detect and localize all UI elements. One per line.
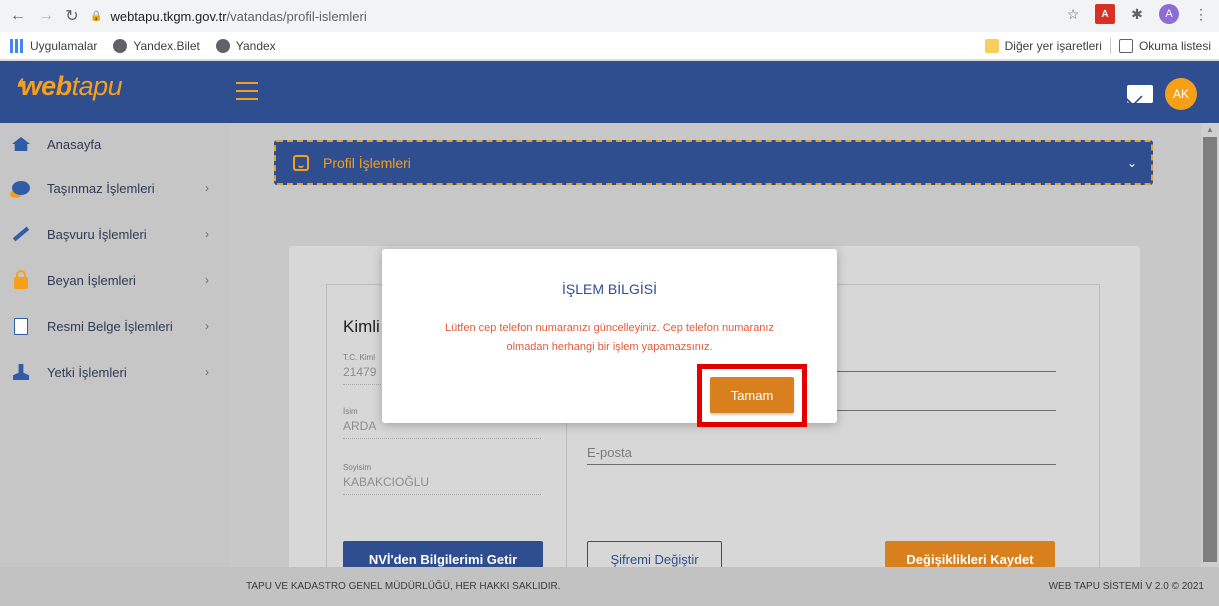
extensions-icon[interactable]: ✱ [1127,4,1147,24]
logo-text: web [20,71,73,101]
sidebar-item-tasinmaz[interactable]: Taşınmaz İşlemleri › [0,165,229,211]
bookmark-apps[interactable]: Uygulamalar [10,38,98,53]
globe-icon [113,38,128,53]
user-avatar[interactable]: AK [1165,78,1197,110]
user-icon [11,363,31,381]
chevron-right-icon: › [205,181,209,195]
home-icon [11,135,31,153]
bookmark-label: Diğer yer işaretleri [1004,39,1102,53]
footer: TAPU VE KADASTRO GENEL MÜDÜRLÜĞÜ, HER HA… [229,567,1219,606]
pen-icon [11,225,31,243]
sidebar-item-label: Beyan İşlemleri [47,272,136,288]
modal-message-line: olmadan herhangi bir işlem yapamazsınız. [506,341,713,353]
sidebar-item-beyan[interactable]: Beyan İşlemleri › [0,257,229,303]
sidebar-item-anasayfa[interactable]: Anasayfa [0,123,229,165]
sidebar-item-basvuru[interactable]: Başvuru İşlemleri › [0,211,229,257]
footer-copyright: TAPU VE KADASTRO GENEL MÜDÜRLÜĞÜ, HER HA… [246,581,561,592]
browser-profile-avatar[interactable]: A [1159,4,1179,24]
bookmark-yandex[interactable]: Yandex [215,38,276,53]
reading-list-icon [1118,39,1133,53]
divider [1109,38,1111,54]
bookmark-label: Okuma listesi [1138,39,1211,53]
pdf-extension-icon[interactable]: A [1095,4,1115,24]
footer-left-area [0,567,229,606]
bookmark-label: Yandex [235,38,276,53]
webtapu-logo[interactable]: ❛webtapu [14,71,123,102]
app-header: ❛webtapu AK [0,61,1219,123]
leaf-icon: ❛ [14,75,21,100]
sidebar-item-label: Resmi Belge İşlemleri [47,318,173,334]
profile-section-header[interactable]: Profil İşlemleri ⌄ [274,140,1153,185]
scroll-up-icon[interactable]: ▲ [1206,125,1214,134]
field-label: Soyisim [343,463,372,472]
email-field[interactable]: E-posta [587,445,1056,465]
identity-title: Kimli [343,317,380,336]
ok-button[interactable]: Tamam [710,377,794,413]
hamburger-menu-icon[interactable] [236,82,258,100]
sidebar-item-yetki[interactable]: Yetki İşlemleri › [0,349,229,395]
url-bar[interactable]: 🔒 webtapu.tkgm.gov.tr/vatandas/profil-is… [90,4,1050,28]
footer-version: WEB TAPU SİSTEMİ V 2.0 © 2021 [1048,581,1204,592]
sidebar-item-label: Taşınmaz İşlemleri [47,180,155,196]
land-icon [11,179,31,197]
smiley-icon [293,154,309,171]
mail-icon[interactable] [1127,85,1153,103]
globe-icon [215,38,230,53]
chevron-down-icon: ⌄ [1126,155,1137,170]
other-bookmarks[interactable]: Diğer yer işaretleri [984,39,1102,53]
url-host: webtapu.tkgm.gov.tr [110,8,227,24]
sidebar-item-label: Yetki İşlemleri [47,364,127,380]
surname-field: Soyisim KABAKCIOĞLU [343,463,541,495]
bookmark-label: Uygulamalar [30,38,98,53]
modal-title: İŞLEM BİLGİSİ [562,281,657,297]
sidebar-item-resmi-belge[interactable]: Resmi Belge İşlemleri › [0,303,229,349]
save-changes-button[interactable]: Değişiklikleri Kaydet [885,541,1055,567]
bookmarks-bar: Uygulamalar Yandex.Bilet Yandex Diğer ye… [0,32,1219,60]
sidebar: Anasayfa Taşınmaz İşlemleri › Başvuru İş… [0,123,229,567]
browser-toolbar: ← → ↻ 🔒 webtapu.tkgm.gov.tr/vatandas/pro… [0,0,1219,32]
chevron-right-icon: › [205,319,209,333]
modal-message-line: Lütfen cep telefon numaranızı güncelleyi… [445,322,774,334]
sidebar-item-label: Anasayfa [47,136,102,152]
apps-grid-icon [10,38,24,53]
document-icon [11,317,31,335]
star-icon[interactable]: ☆ [1063,4,1083,24]
logo-text: tapu [71,71,123,101]
url-path: /vatandas/profil-islemleri [226,8,367,24]
bookmark-yandex-bilet[interactable]: Yandex.Bilet [113,38,200,53]
forward-icon[interactable]: → [34,4,58,28]
section-title: Profil İşlemleri [323,154,411,171]
bookmark-label: Yandex.Bilet [133,38,200,53]
reading-list[interactable]: Okuma listesi [1118,39,1211,53]
reload-icon[interactable]: ↻ [60,4,84,28]
menu-kebab-icon[interactable]: ⋮ [1191,4,1211,24]
field-value: KABAKCIOĞLU [343,475,541,495]
scroll-thumb[interactable] [1203,137,1217,562]
sidebar-item-label: Başvuru İşlemleri [47,226,147,242]
scrollbar[interactable]: ▲ [1201,123,1219,567]
change-password-button[interactable]: Şifremi Değiştir [587,541,722,567]
modal-message: Lütfen cep telefon numaranızı güncelleyi… [397,319,822,357]
chevron-right-icon: › [205,273,209,287]
lock-icon [11,270,31,289]
lock-icon: 🔒 [90,10,103,22]
chevron-right-icon: › [205,227,209,241]
back-icon[interactable]: ← [6,4,30,28]
chevron-right-icon: › [205,365,209,379]
nvi-fetch-button[interactable]: NVİ'den Bilgilerimi Getir [343,541,543,567]
folder-icon [984,39,999,53]
